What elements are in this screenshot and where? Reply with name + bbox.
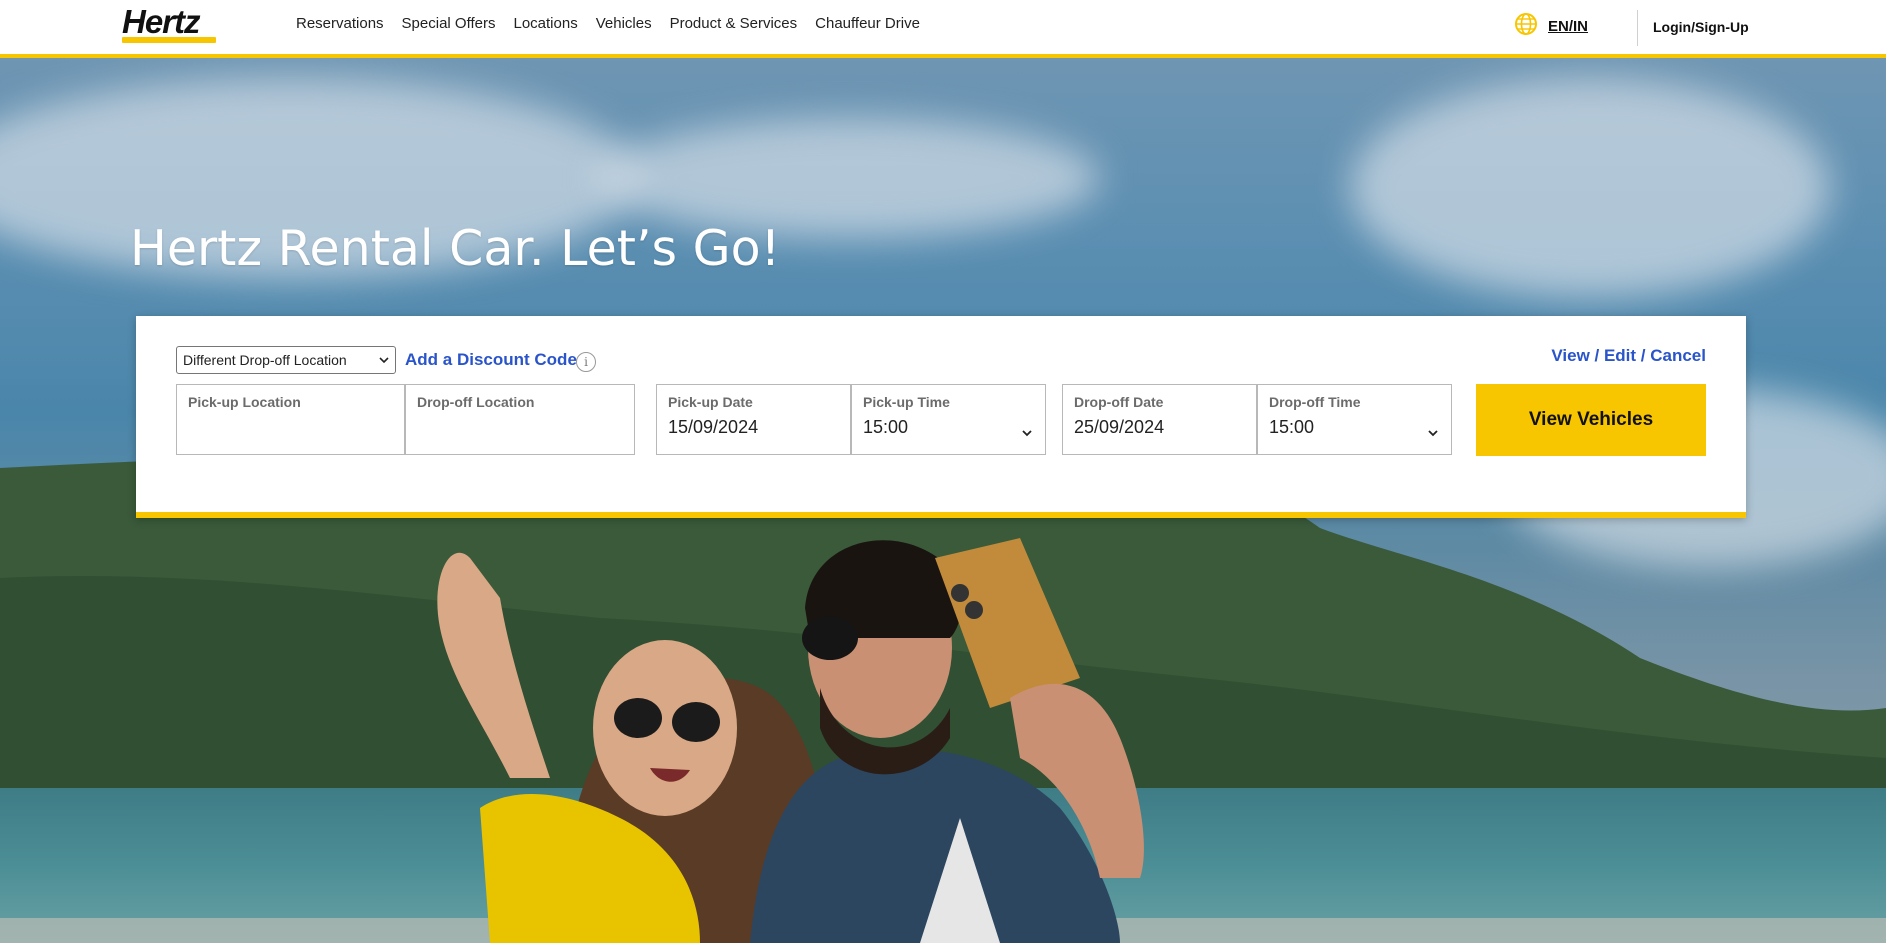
dropoff-mode-value: Different Drop-off Location (183, 352, 347, 368)
main-nav: Reservations Special Offers Locations Ve… (296, 14, 938, 34)
globe-icon (1515, 13, 1537, 35)
dropoff-time-value: 15:00 (1269, 417, 1315, 437)
pickup-time-label: Pick-up Time (863, 394, 950, 410)
logo-text: Hertz (122, 3, 201, 40)
nav-item-product-services[interactable]: Product & Services (670, 14, 798, 34)
add-discount-code-link[interactable]: Add a Discount Code (405, 350, 577, 370)
chevron-down-icon (1022, 430, 1032, 437)
booking-widget: Different Drop-off Location Add a Discou… (136, 316, 1746, 518)
pickup-time-select[interactable]: Pick-up Time 15:00 (851, 384, 1046, 455)
dropoff-time-select[interactable]: Drop-off Time 15:00 (1257, 384, 1452, 455)
dropoff-mode-select[interactable]: Different Drop-off Location (176, 346, 396, 374)
nav-item-reservations[interactable]: Reservations (296, 14, 384, 34)
dropoff-date-value: 25/09/2024 (1074, 417, 1165, 437)
pickup-location-field[interactable]: Pick-up Location (176, 384, 405, 455)
pickup-date-value: 15/09/2024 (668, 417, 759, 437)
site-header: Hertz Reservations Special Offers Locati… (0, 0, 1886, 58)
language-selector[interactable]: EN/IN (1514, 12, 1588, 36)
nav-item-special-offers[interactable]: Special Offers (402, 14, 496, 34)
pickup-time-value: 15:00 (863, 417, 909, 437)
pickup-location-label: Pick-up Location (188, 394, 301, 410)
view-vehicles-button[interactable]: View Vehicles (1476, 384, 1706, 456)
hertz-logo[interactable]: Hertz (122, 3, 216, 43)
dropoff-date-field[interactable]: Drop-off Date 25/09/2024 (1062, 384, 1257, 455)
hero-photo-couple (437, 538, 1144, 943)
view-edit-cancel-link[interactable]: View / Edit / Cancel (1551, 346, 1706, 366)
dropoff-date-label: Drop-off Date (1074, 394, 1164, 410)
dropoff-time-label: Drop-off Time (1269, 394, 1361, 410)
nav-item-chauffeur-drive[interactable]: Chauffeur Drive (815, 14, 920, 34)
login-signup-link[interactable]: Login/Sign-Up (1653, 19, 1749, 35)
header-divider (1637, 10, 1638, 46)
nav-item-vehicles[interactable]: Vehicles (596, 14, 652, 34)
chevron-down-icon (1428, 430, 1438, 437)
language-label: EN/IN (1548, 17, 1589, 35)
info-icon[interactable]: i (576, 352, 596, 372)
dropoff-location-field[interactable]: Drop-off Location (405, 384, 635, 455)
logo-underline (122, 37, 216, 43)
chevron-down-icon (379, 357, 389, 364)
dropoff-location-label: Drop-off Location (417, 394, 535, 410)
pickup-date-label: Pick-up Date (668, 394, 753, 410)
pickup-date-field[interactable]: Pick-up Date 15/09/2024 (656, 384, 851, 455)
nav-item-locations[interactable]: Locations (513, 14, 577, 34)
hero-title: Hertz Rental Car. Let’s Go! (130, 220, 781, 277)
